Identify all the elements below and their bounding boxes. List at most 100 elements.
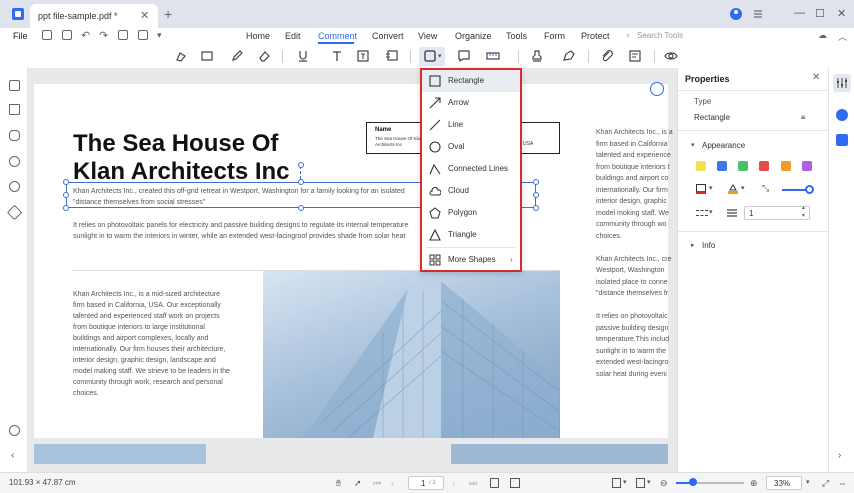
resize-handle[interactable]: [533, 192, 539, 198]
layers-icon[interactable]: [6, 204, 23, 221]
shape-item-triangle[interactable]: Triangle: [422, 224, 520, 246]
file-menu[interactable]: File: [13, 31, 28, 41]
save-icon[interactable]: [138, 30, 148, 40]
comments-panel-icon[interactable]: [9, 130, 20, 141]
new-tab-icon[interactable]: +: [164, 6, 172, 22]
color-swatch-green[interactable]: [738, 161, 748, 171]
fit-width-icon[interactable]: ⇔: [838, 478, 847, 488]
shape-item-arrow[interactable]: Arrow: [422, 92, 520, 114]
shape-rectangle-icon[interactable]: [423, 49, 437, 63]
shape-item-cloud[interactable]: Cloud: [422, 180, 520, 202]
tab-edit[interactable]: Edit: [285, 31, 301, 41]
color-swatch-purple[interactable]: [802, 161, 812, 171]
collapse-sidebar-icon[interactable]: ‹: [11, 450, 14, 461]
resize-handle[interactable]: [298, 179, 304, 185]
rotate-handle[interactable]: [298, 162, 304, 168]
line-style-icon[interactable]: [696, 210, 708, 216]
close-properties-icon[interactable]: ✕: [812, 72, 820, 83]
page-layout-icon[interactable]: [612, 478, 621, 488]
color-swatch-yellow[interactable]: [696, 161, 706, 171]
properties-toggle-button[interactable]: [833, 74, 851, 92]
lock-icon[interactable]: 🔒︎: [801, 112, 805, 122]
text-box-icon[interactable]: [356, 49, 370, 63]
last-page-icon[interactable]: ⏭︎: [469, 478, 477, 489]
color-swatch-blue[interactable]: [717, 161, 727, 171]
zoom-slider-handle[interactable]: [689, 478, 697, 486]
shape-item-rectangle[interactable]: Rectangle: [422, 70, 520, 92]
menu-icon[interactable]: [752, 8, 764, 20]
redo-icon[interactable]: ↷: [99, 29, 108, 42]
tab-home[interactable]: Home: [246, 31, 270, 41]
resize-handle[interactable]: [63, 179, 69, 185]
search-tools-input[interactable]: Search Tools: [637, 31, 683, 40]
page-number-input[interactable]: 1 / 1: [408, 476, 444, 490]
highlight-tool-icon[interactable]: [174, 49, 188, 63]
tab-view[interactable]: View: [418, 31, 437, 41]
view-mode-icon[interactable]: [636, 478, 645, 488]
search-panel-icon[interactable]: [9, 181, 20, 192]
translate-icon[interactable]: [836, 134, 848, 146]
mail-icon[interactable]: [42, 30, 52, 40]
stepper-up-icon[interactable]: ▴: [802, 204, 805, 211]
resize-handle[interactable]: [533, 179, 539, 185]
stamp-tool-icon[interactable]: [530, 49, 544, 63]
line-thickness-input[interactable]: 1: [744, 206, 810, 220]
expand-appearance-icon[interactable]: ▾: [691, 141, 695, 149]
tab-organize[interactable]: Organize: [455, 31, 492, 41]
first-page-icon[interactable]: ⏮︎: [373, 478, 381, 489]
attachment-icon[interactable]: [600, 49, 614, 63]
attachments-panel-icon[interactable]: [9, 156, 20, 167]
resize-handle[interactable]: [63, 205, 69, 211]
upload-icon[interactable]: ☁: [818, 30, 827, 41]
zoom-dropdown-icon[interactable]: ▾: [806, 478, 810, 486]
document-tab[interactable]: ppt file-sample.pdf * ✕: [30, 4, 158, 28]
fill-color-dropdown-icon[interactable]: ▾: [741, 184, 745, 192]
show-hide-comments-icon[interactable]: [664, 49, 678, 63]
tab-tools[interactable]: Tools: [506, 31, 527, 41]
shape-item-polygon[interactable]: Polygon: [422, 202, 520, 224]
area-highlight-icon[interactable]: [200, 49, 214, 63]
select-tool-icon[interactable]: ➚: [354, 478, 362, 489]
resize-handle[interactable]: [63, 192, 69, 198]
zoom-level-select[interactable]: 33%: [766, 476, 802, 490]
undo-icon[interactable]: ↶: [81, 29, 90, 42]
tab-form[interactable]: Form: [544, 31, 565, 41]
ai-assistant-icon[interactable]: [650, 82, 664, 96]
close-window-button[interactable]: ✕: [837, 7, 846, 20]
appearance-section[interactable]: Appearance: [702, 141, 745, 150]
callout-icon[interactable]: [385, 49, 399, 63]
tab-convert[interactable]: Convert: [372, 31, 404, 41]
shape-dropdown-arrow-icon[interactable]: ▾: [438, 52, 442, 60]
pencil-tool-icon[interactable]: [230, 49, 244, 63]
eraser-tool-icon[interactable]: [257, 49, 271, 63]
text-tool-icon[interactable]: [330, 49, 344, 63]
line-style-dropdown-icon[interactable]: ▾: [709, 208, 713, 216]
tab-protect[interactable]: Protect: [581, 31, 610, 41]
stepper-down-icon[interactable]: ▾: [802, 212, 805, 219]
user-avatar-icon[interactable]: [730, 8, 742, 20]
border-color-dropdown-icon[interactable]: ▾: [709, 184, 713, 192]
comment-list-icon[interactable]: [628, 49, 642, 63]
color-swatch-red[interactable]: [759, 161, 769, 171]
shape-item-line[interactable]: Line: [422, 114, 520, 136]
zoom-to-fit-icon[interactable]: ⤢: [822, 478, 829, 489]
zoom-out-icon[interactable]: ⊖: [660, 478, 668, 489]
info-section[interactable]: Info: [702, 241, 715, 250]
pdf-page[interactable]: The Sea House Of Klan Architects Inc Nam…: [34, 82, 673, 438]
color-swatch-orange[interactable]: [781, 161, 791, 171]
signature-tool-icon[interactable]: [562, 49, 576, 63]
fit-page-icon[interactable]: [490, 478, 499, 488]
tab-comment[interactable]: Comment: [318, 31, 357, 41]
opacity-slider-handle[interactable]: [805, 185, 814, 194]
collapse-ribbon-icon[interactable]: ︿: [838, 30, 847, 43]
expand-panel-icon[interactable]: ›: [838, 450, 841, 461]
shape-item-connected-lines[interactable]: Connected Lines: [422, 158, 520, 180]
more-shapes-item[interactable]: More Shapes ›: [422, 249, 520, 271]
note-tool-icon[interactable]: [457, 49, 471, 63]
resize-handle[interactable]: [533, 205, 539, 211]
fill-color-icon[interactable]: [728, 184, 738, 194]
ai-tools-icon[interactable]: [836, 109, 848, 121]
fullscreen-icon[interactable]: [510, 478, 520, 488]
zoom-in-icon[interactable]: ⊕: [750, 478, 758, 489]
document-canvas[interactable]: The Sea House Of Klan Architects Inc Nam…: [28, 68, 677, 472]
